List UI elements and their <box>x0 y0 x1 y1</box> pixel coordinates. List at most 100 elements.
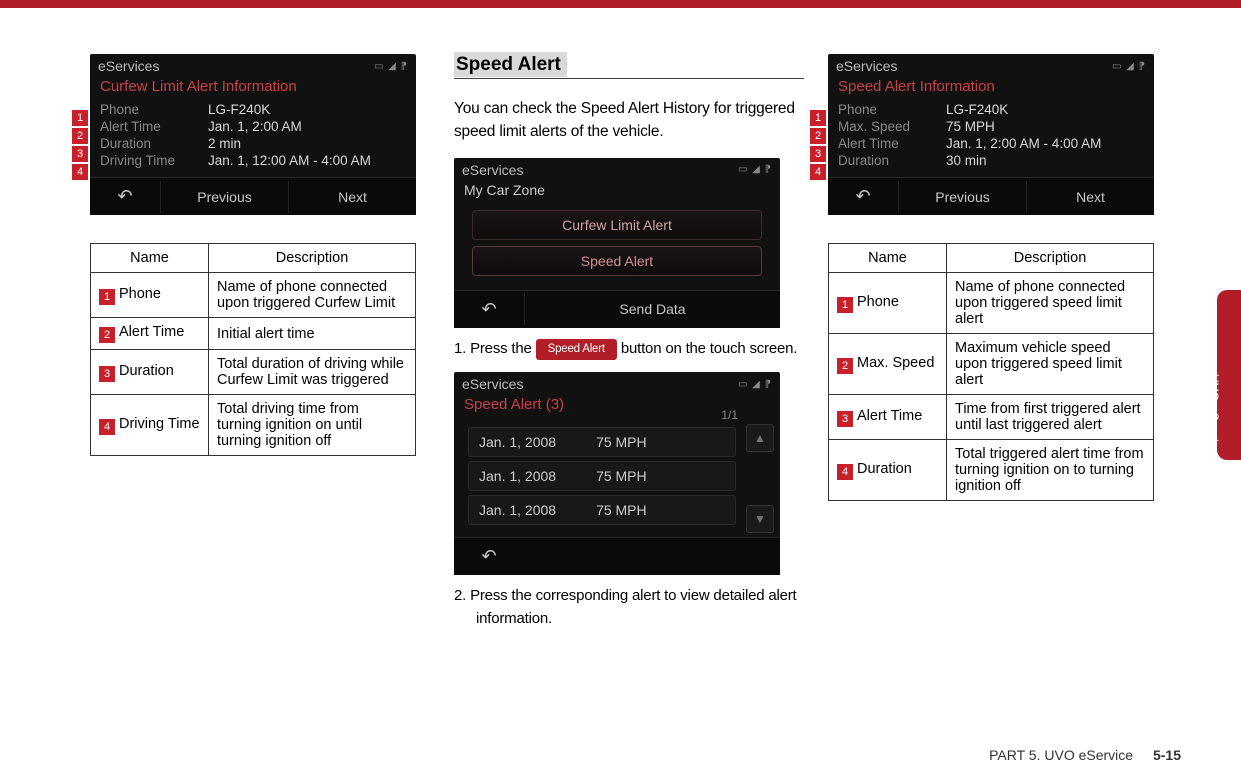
device-heading: My Car Zone <box>454 180 780 200</box>
table-row: 2Max. Speed Maximum vehicle speed upon t… <box>829 334 1154 395</box>
row-num: 3 <box>837 411 853 427</box>
page-footer: PART 5. UVO eService 5-15 <box>989 747 1181 763</box>
row-name: Duration <box>119 363 174 379</box>
row-num: 1 <box>837 297 853 313</box>
speed-alert-button[interactable]: Speed Alert <box>472 246 762 276</box>
row-value: LG-F240K <box>208 102 270 117</box>
column-2: Speed Alert You can check the Speed Aler… <box>454 54 804 642</box>
page-content: 1 2 3 4 eServices ▭ ◢ ⁋ Curfew Limit Ale… <box>0 8 1241 662</box>
back-button[interactable]: ↶ <box>454 538 524 575</box>
device-title: eServices <box>98 58 159 74</box>
row-value: Jan. 1, 2:00 AM <box>208 119 302 134</box>
row-num: 1 <box>99 289 115 305</box>
row-num: 2 <box>99 327 115 343</box>
row-desc: Name of phone connected upon triggered s… <box>947 273 1154 334</box>
device-title: eServices <box>462 162 523 178</box>
my-car-zone-screenshot: eServices ▭ ◢ ⁋ My Car Zone Curfew Limit… <box>454 158 780 328</box>
callout-3: 3 <box>72 146 88 162</box>
next-button[interactable]: Next <box>288 181 416 213</box>
device-heading: Curfew Limit Alert Information <box>90 76 416 101</box>
callout-4: 4 <box>810 164 826 180</box>
table-head-name: Name <box>829 244 947 273</box>
side-tab-label: UVO eServices <box>1207 374 1221 463</box>
back-button[interactable]: ↶ <box>454 291 524 328</box>
scroll-down-button[interactable]: ▼ <box>746 505 774 533</box>
alert-list-item[interactable]: Jan. 1, 200875 MPH <box>468 461 736 491</box>
row-label: Phone <box>100 102 208 117</box>
scroll-bar: ▲ ▼ <box>746 424 774 533</box>
status-icons: ▭ ◢ ⁋ <box>374 61 408 72</box>
row-desc: Total duration of driving while Curfew L… <box>209 350 416 395</box>
speed-alert-list-screenshot: eServices ▭ ◢ ⁋ Speed Alert (3) 1/1 Jan.… <box>454 372 780 575</box>
table-row: 1Phone Name of phone connected upon trig… <box>91 273 416 318</box>
row-name: Alert Time <box>857 408 922 424</box>
row-value: 75 MPH <box>946 119 995 134</box>
previous-button[interactable]: Previous <box>898 181 1026 213</box>
row-name: Driving Time <box>119 416 200 432</box>
row-value: 2 min <box>208 136 241 151</box>
send-data-button[interactable]: Send Data <box>524 293 780 325</box>
row-value: 30 min <box>946 153 987 168</box>
row-value: LG-F240K <box>946 102 1008 117</box>
speed-description-table: Name Description 1Phone Name of phone co… <box>828 243 1154 501</box>
table-head-desc: Description <box>947 244 1154 273</box>
row-num: 4 <box>837 464 853 480</box>
row-label: Duration <box>838 153 946 168</box>
row-label: Alert Time <box>100 119 208 134</box>
row-desc: Name of phone connected upon triggered C… <box>209 273 416 318</box>
callout-2: 2 <box>72 128 88 144</box>
row-num: 3 <box>99 366 115 382</box>
curfew-description-table: Name Description 1Phone Name of phone co… <box>90 243 416 456</box>
row-desc: Maximum vehicle speed upon triggered spe… <box>947 334 1154 395</box>
row-name: Duration <box>857 461 912 477</box>
table-row: 1Phone Name of phone connected upon trig… <box>829 273 1154 334</box>
device-heading: Speed Alert Information <box>828 76 1154 101</box>
section-heading: Speed Alert <box>454 54 804 79</box>
step-2: 2. Press the corresponding alert to view… <box>454 585 804 630</box>
row-label: Alert Time <box>838 136 946 151</box>
intro-paragraph: You can check the Speed Alert History fo… <box>454 97 804 144</box>
table-head-name: Name <box>91 244 209 273</box>
device-title: eServices <box>836 58 897 74</box>
side-tab: UVO eServices <box>1217 290 1241 460</box>
row-value: Jan. 1, 2:00 AM - 4:00 AM <box>946 136 1101 151</box>
table-row: 2Alert Time Initial alert time <box>91 318 416 350</box>
table-head-desc: Description <box>209 244 416 273</box>
alert-list-item[interactable]: Jan. 1, 200875 MPH <box>468 495 736 525</box>
status-icons: ▭ ◢ ⁋ <box>738 379 772 390</box>
back-button[interactable]: ↶ <box>828 178 898 215</box>
speed-alert-inline-button: Speed Alert <box>536 339 617 360</box>
row-name: Phone <box>119 286 161 302</box>
row-desc: Initial alert time <box>209 318 416 350</box>
row-num: 2 <box>837 358 853 374</box>
row-label: Phone <box>838 102 946 117</box>
footer-part: PART 5. UVO eService <box>989 747 1133 763</box>
callout-3: 3 <box>810 146 826 162</box>
alert-list-item[interactable]: Jan. 1, 200875 MPH <box>468 427 736 457</box>
row-name: Max. Speed <box>857 355 934 371</box>
row-desc: Total driving time from turning ignition… <box>209 395 416 456</box>
table-row: 4Duration Total triggered alert time fro… <box>829 440 1154 501</box>
page-indicator: 1/1 <box>721 408 738 422</box>
previous-button[interactable]: Previous <box>160 181 288 213</box>
device-screen: eServices ▭ ◢ ⁋ Curfew Limit Alert Infor… <box>90 54 416 215</box>
status-icons: ▭ ◢ ⁋ <box>738 164 772 175</box>
device-title: eServices <box>462 376 523 392</box>
scroll-up-button[interactable]: ▲ <box>746 424 774 452</box>
row-value: Jan. 1, 12:00 AM - 4:00 AM <box>208 153 371 168</box>
callout-1: 1 <box>72 110 88 126</box>
column-3: 1 2 3 4 eServices ▭ ◢ ⁋ Speed Alert Info… <box>828 54 1168 642</box>
curfew-info-screenshot: 1 2 3 4 eServices ▭ ◢ ⁋ Curfew Limit Ale… <box>90 54 430 215</box>
row-desc: Total triggered alert time from turning … <box>947 440 1154 501</box>
callout-4: 4 <box>72 164 88 180</box>
row-desc: Time from first triggered alert until la… <box>947 395 1154 440</box>
row-label: Duration <box>100 136 208 151</box>
row-name: Alert Time <box>119 324 184 340</box>
callout-1: 1 <box>810 110 826 126</box>
curfew-limit-alert-button[interactable]: Curfew Limit Alert <box>472 210 762 240</box>
device-screen: eServices ▭ ◢ ⁋ Speed Alert Information … <box>828 54 1154 215</box>
footer-page-number: 5-15 <box>1153 747 1181 763</box>
row-name: Phone <box>857 294 899 310</box>
back-button[interactable]: ↶ <box>90 178 160 215</box>
next-button[interactable]: Next <box>1026 181 1154 213</box>
